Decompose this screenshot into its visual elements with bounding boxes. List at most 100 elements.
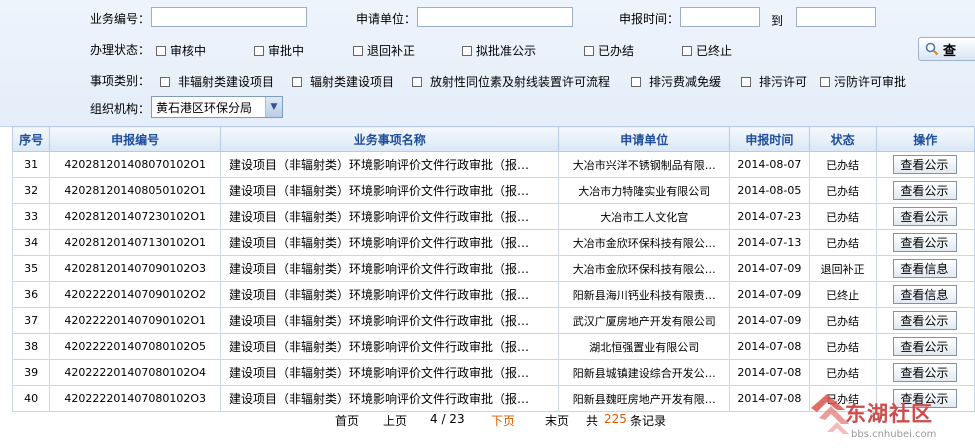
category-option-label: 排污费减免缓 [649,75,722,89]
row-action-cell: 查看公示 [875,359,975,386]
row-date: 2014-07-09 [729,281,810,308]
status-checkbox-publicity[interactable]: 拟批准公示 [462,42,536,59]
column-header-no: 序号 [11,126,51,152]
column-header-date: 申报时间 [729,126,810,152]
row-action-cell: 查看信息 [875,281,975,308]
category-option-label: 污防许可审批 [834,75,907,89]
category-checkbox-pollution-permit[interactable]: 污防许可审批 [820,73,906,90]
view-button[interactable]: 查看公示 [893,363,958,382]
row-no: 40 [11,385,51,412]
row-date: 2014-07-08 [729,385,810,412]
view-button[interactable]: 查看公示 [893,207,958,226]
checkbox-box[interactable] [584,45,594,56]
report-time-start-input[interactable] [680,7,760,27]
table-row: 32 420281201408050102O1 建设项目（非辐射类）环境影响评价… [11,177,975,204]
column-header-action: 操作 [875,126,975,152]
pager-total-suffix: 条记录 [630,414,667,428]
checkbox-box[interactable] [412,76,422,87]
status-checkbox-returned[interactable]: 退回补正 [353,42,415,59]
checkbox-box[interactable] [631,76,641,87]
view-button[interactable]: 查看公示 [893,233,958,252]
results-table: 序号 申报编号 业务事项名称 申请单位 申报时间 状态 操作 31 420281… [11,126,975,412]
checkbox-box[interactable] [160,76,170,87]
view-button[interactable]: 查看信息 [893,259,958,278]
status-option-label: 已终止 [696,44,733,58]
checkbox-box[interactable] [741,76,751,87]
status-option-label: 已办结 [598,44,635,58]
row-date: 2014-07-08 [729,359,810,386]
view-button[interactable]: 查看公示 [893,181,958,200]
business-no-input[interactable] [151,7,307,27]
category-checkbox-fee-relief[interactable]: 排污费减免缓 [631,73,721,90]
org-label: 组织机构： [90,102,151,116]
checkbox-box[interactable] [156,45,166,56]
row-status: 已办结 [808,151,877,178]
row-code: 420222201407080102O4 [49,359,222,386]
checkbox-box[interactable] [462,45,472,56]
row-unit: 武汉广厦房地产开发有限公司 [558,307,731,334]
row-unit: 大冶市力特隆实业有限公司 [558,177,731,204]
view-button[interactable]: 查看公示 [893,311,958,330]
row-action-cell: 查看公示 [875,307,975,334]
row-action-cell: 查看公示 [875,203,975,230]
category-checkbox-discharge-permit[interactable]: 排污许可 [741,73,807,90]
row-status: 已办结 [808,203,877,230]
row-no: 36 [11,281,51,308]
row-no: 31 [11,151,51,178]
pager-first-link[interactable]: 首页 [335,412,359,429]
view-button[interactable]: 查看公示 [893,337,958,356]
query-button[interactable]: 查 [918,37,975,61]
column-header-status: 状态 [808,126,877,152]
row-name: 建设项目（非辐射类）环境影响评价文件行政审批（报… [220,203,560,230]
status-checkbox-approving[interactable]: 审批中 [254,42,304,59]
row-code: 420222201407090102O2 [49,281,222,308]
table-row: 31 420281201408070102O1 建设项目（非辐射类）环境影响评价… [11,151,975,178]
category-checkbox-radiation[interactable]: 辐射类建设项目 [292,73,394,90]
checkbox-box[interactable] [353,45,363,56]
row-action-cell: 查看公示 [875,333,975,360]
category-option-label: 辐射类建设项目 [310,75,395,89]
row-unit: 大冶市金欣环保科技有限公… [558,255,731,282]
column-header-name: 业务事项名称 [220,126,560,152]
checkbox-box[interactable] [292,76,302,87]
status-checkbox-terminated[interactable]: 已终止 [682,42,732,59]
row-status: 已办结 [808,177,877,204]
report-time-end-input[interactable] [796,7,876,27]
org-select[interactable]: 黄石港区环保分局 ▼ [151,96,283,118]
search-icon [925,42,939,56]
row-date: 2014-07-09 [729,255,810,282]
checkbox-box[interactable] [254,45,264,56]
chevron-down-icon[interactable]: ▼ [265,97,282,117]
table-row: 38 420222201407080102O5 建设项目（非辐射类）环境影响评价… [11,333,975,360]
pager-next-link[interactable]: 下页 [491,412,515,429]
column-header-code: 申报编号 [49,126,222,152]
view-button[interactable]: 查看信息 [893,285,958,304]
row-code: 420222201407080102O5 [49,333,222,360]
filter-panel: 业务编号： 申请单位： 申报时间： 到 办理状态： 审核中 审批中 退回补正 拟… [0,0,975,127]
watermark-site-name: 东湖社区 [845,402,933,426]
status-checkbox-completed[interactable]: 已办结 [584,42,634,59]
checkbox-box[interactable] [682,45,692,56]
row-no: 37 [11,307,51,334]
view-button[interactable]: 查看公示 [893,155,958,174]
row-name: 建设项目（非辐射类）环境影响评价文件行政审批（报… [220,255,560,282]
row-no: 33 [11,203,51,230]
business-no-label: 业务编号： [90,12,151,26]
column-header-unit: 申请单位 [558,126,731,152]
row-code: 420281201408070102O1 [49,151,222,178]
status-checkbox-reviewing[interactable]: 审核中 [156,42,206,59]
checkbox-box[interactable] [820,76,830,87]
row-status: 已办结 [808,229,877,256]
row-date: 2014-07-09 [729,307,810,334]
row-unit: 湖北恒强置业有限公司 [558,333,731,360]
category-checkbox-isotope[interactable]: 放射性同位素及射线装置许可流程 [412,73,610,90]
row-code: 420281201407090102O3 [49,255,222,282]
row-name: 建设项目（非辐射类）环境影响评价文件行政审批（报… [220,307,560,334]
table-row: 39 420222201407080102O4 建设项目（非辐射类）环境影响评价… [11,359,975,386]
pager-prev-link[interactable]: 上页 [383,412,407,429]
table-header-row: 序号 申报编号 业务事项名称 申请单位 申报时间 状态 操作 [11,126,975,152]
pager-last-link[interactable]: 末页 [545,412,569,429]
row-unit: 阳新县城镇建设综合开发公… [558,359,731,386]
category-checkbox-non-radiation[interactable]: 非辐射类建设项目 [160,73,274,90]
apply-unit-input[interactable] [417,7,573,27]
